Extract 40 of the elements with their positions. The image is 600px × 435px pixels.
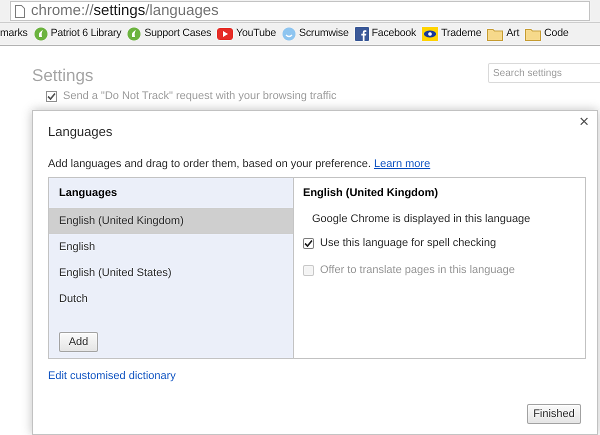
add-button[interactable]: Add xyxy=(59,332,98,352)
url-text: chrome://settings/languages xyxy=(31,0,219,21)
edit-dictionary-link[interactable]: Edit customised dictionary xyxy=(48,368,176,384)
checkbox-label: Offer to translate pages in this language xyxy=(320,263,515,278)
play-icon xyxy=(217,28,234,40)
bookmark[interactable]: Trademe xyxy=(422,26,482,42)
facebook-icon xyxy=(354,27,369,41)
detail-header: English (United Kingdom) xyxy=(303,186,440,201)
learn-more-link[interactable]: Learn more xyxy=(374,158,430,170)
bookmark[interactable]: Code xyxy=(525,26,568,42)
language-item[interactable]: English (United Kingdom) xyxy=(49,208,293,234)
bookmark[interactable]: Art xyxy=(487,26,520,42)
language-item[interactable]: English xyxy=(49,234,293,260)
bookmark[interactable]: marks xyxy=(0,26,28,42)
checkbox[interactable] xyxy=(303,238,314,249)
address-field[interactable]: chrome://settings/languages xyxy=(10,1,590,21)
language-item[interactable]: Dutch xyxy=(49,286,293,312)
bookmark[interactable]: Facebook xyxy=(354,26,416,42)
checkbox-label: Send a "Do Not Track" request with your browsing traffic xyxy=(63,89,337,104)
page-title: Settings xyxy=(32,65,94,87)
bookmark[interactable]: Patriot 6 Library xyxy=(34,26,122,42)
finished-button[interactable]: Finished xyxy=(527,404,581,424)
bookmark[interactable]: Scrumwise xyxy=(282,26,349,42)
bookmark[interactable]: YouTube xyxy=(217,26,276,42)
close-button[interactable]: × xyxy=(579,113,589,130)
dialog-description: Add languages and drag to order them, based on your preference. Learn more xyxy=(48,156,432,172)
folder-icon xyxy=(525,28,542,40)
eye-icon xyxy=(422,27,438,41)
checkbox[interactable] xyxy=(46,90,57,102)
detail-info: Google Chrome is displayed in this language xyxy=(311,212,532,227)
leaf-circle-icon xyxy=(34,27,48,41)
leaf-circle-icon xyxy=(127,27,142,41)
bookmark[interactable]: Support Cases xyxy=(127,26,212,42)
language-item[interactable]: English (United States) xyxy=(49,260,293,286)
smiley-icon xyxy=(282,27,296,41)
list-header: Languages xyxy=(58,186,118,201)
checkbox-label: Use this language for spell checking xyxy=(320,236,496,252)
dialog-title: Languages xyxy=(48,123,114,141)
page-icon xyxy=(15,4,25,18)
folder-icon xyxy=(487,28,504,40)
